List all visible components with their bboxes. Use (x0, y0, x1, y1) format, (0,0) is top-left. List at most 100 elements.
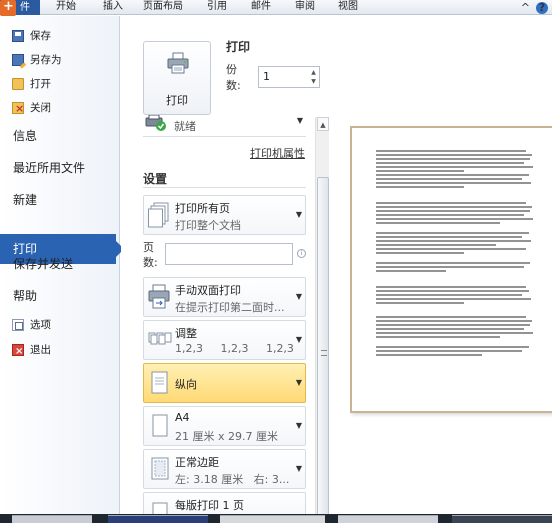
collate-title: 调整 (175, 327, 197, 340)
preview-text-line (376, 174, 529, 176)
print-preview-pane (330, 16, 552, 514)
paper-size-icon (152, 414, 168, 437)
tab-view[interactable]: 视图 (338, 0, 358, 15)
preview-text-line (376, 336, 500, 338)
preview-text-line (376, 294, 522, 296)
exit-icon (12, 342, 24, 362)
preview-text-line (376, 248, 526, 250)
preview-text-line (376, 202, 526, 204)
nav-save-label: 保存 (30, 30, 51, 42)
preview-text-line (376, 214, 524, 216)
copies-spinner[interactable]: 1 ▲ ▼ (258, 66, 320, 88)
collate-icon (148, 332, 172, 345)
preview-text-line (376, 178, 522, 180)
settings-scrollbar[interactable]: ▲ (315, 117, 329, 523)
tab-insert[interactable]: 插入 (103, 0, 123, 15)
printer-selector[interactable]: 就绪 ▼ (143, 111, 306, 137)
collate-dropdown[interactable]: 调整 1,2,3 1,2,3 1,2,3 ▼ (143, 320, 306, 360)
nav-options[interactable]: 选项 (12, 315, 51, 335)
scroll-up-icon[interactable]: ▲ (317, 117, 329, 131)
nav-close[interactable]: 关闭 (12, 98, 51, 119)
preview-text-line (376, 332, 533, 334)
nav-open[interactable]: 打开 (12, 74, 51, 94)
help-icon[interactable]: ? (536, 1, 548, 14)
pages-icon (148, 202, 169, 228)
print-button[interactable]: 打印 (143, 41, 211, 115)
save-as-icon (12, 54, 24, 66)
tab-references[interactable]: 引用 (207, 0, 227, 15)
margins-dropdown[interactable]: 正常边距 左: 3.18 厘米 右: 3... ▼ (143, 449, 306, 489)
chevron-down-icon: ▼ (295, 335, 302, 344)
file-tab[interactable]: 件 (0, 0, 40, 16)
nav-exit-label: 退出 (30, 344, 51, 356)
file-tab-label: 件 (20, 2, 30, 13)
taskbar-window[interactable] (338, 515, 438, 523)
taskbar-window[interactable] (452, 515, 552, 523)
paper-size-dropdown[interactable]: A4 21 厘米 x 29.7 厘米 ▼ (143, 406, 306, 446)
paper-size-sub: 21 厘米 x 29.7 厘米 (175, 430, 278, 443)
taskbar-window[interactable] (12, 515, 92, 523)
preview-text-line (376, 162, 524, 164)
print-button-label: 打印 (166, 94, 188, 107)
ribbon-tab-bar: 件 开始 插入 页面布局 引用 邮件 审阅 视图 ^ ? (0, 0, 552, 16)
nav-save[interactable]: 保存 (12, 26, 51, 46)
preview-text-line (376, 182, 531, 184)
tab-review[interactable]: 审阅 (295, 0, 315, 15)
spinner-arrows-icon[interactable]: ▲ ▼ (309, 68, 318, 86)
orientation-dropdown[interactable]: 纵向 ▼ (143, 363, 306, 403)
preview-text-line (376, 206, 532, 208)
chevron-down-icon: ▼ (296, 116, 303, 125)
close-document-icon (12, 99, 24, 119)
preview-text-line (376, 290, 529, 292)
nav-save-as[interactable]: 另存为 (12, 50, 62, 70)
printer-status: 就绪 (174, 120, 196, 133)
open-folder-icon (12, 78, 24, 90)
printer-ready-icon (145, 115, 166, 131)
info-icon[interactable]: i (297, 249, 306, 258)
portrait-icon (151, 371, 168, 394)
nav-close-label: 关闭 (30, 102, 51, 114)
preview-text-line (376, 262, 530, 264)
tab-home[interactable]: 开始 (56, 0, 76, 15)
nav-save-send[interactable]: 保存并发送 (13, 251, 73, 277)
preview-text-line (376, 240, 531, 242)
preview-text-line (376, 150, 526, 152)
print-settings-panel: 打印 打印 份数: 1 ▲ ▼ 就绪 ▼ 打印机属性 设置 打印所有页 打印整个文… (121, 16, 329, 523)
preview-text-line (376, 354, 482, 356)
margins-icon (151, 457, 169, 480)
minimize-ribbon-icon[interactable]: ^ (521, 1, 530, 14)
copies-label: 份数: (226, 63, 241, 92)
pages-input[interactable] (165, 243, 293, 265)
settings-heading: 设置 (143, 172, 168, 186)
preview-text-line (376, 286, 526, 288)
collate-sub: 1,2,3 1,2,3 1,2,3 (175, 342, 294, 355)
chevron-down-icon: ▼ (295, 292, 302, 301)
taskbar-window[interactable] (220, 515, 325, 523)
margins-sub: 左: 3.18 厘米 右: 3... (175, 473, 290, 486)
preview-text-line (376, 166, 533, 168)
taskbar-window[interactable] (108, 515, 208, 523)
duplex-dropdown[interactable]: 手动双面打印 在提示打印第二面时... ▼ (143, 277, 306, 317)
settings-divider (143, 187, 306, 188)
print-heading: 打印 (226, 40, 251, 54)
preview-text-line (376, 350, 522, 352)
printer-icon (167, 52, 189, 74)
preview-page[interactable] (350, 126, 552, 413)
preview-text-line (376, 266, 524, 268)
nav-help[interactable]: 帮助 (13, 283, 37, 309)
tab-page-layout[interactable]: 页面布局 (143, 0, 183, 15)
taskbar (0, 514, 552, 523)
nav-recent[interactable]: 最近所用文件 (13, 155, 85, 181)
preview-text-line (376, 210, 530, 212)
nav-exit[interactable]: 退出 (12, 340, 51, 362)
tab-mailings[interactable]: 邮件 (251, 0, 271, 15)
chevron-down-icon: ▼ (295, 464, 302, 473)
scroll-grip-icon (321, 350, 327, 356)
nav-info[interactable]: 信息 (13, 123, 37, 149)
print-range-dropdown[interactable]: 打印所有页 打印整个文档 ▼ (143, 195, 306, 235)
preview-text-line (376, 236, 522, 238)
scrollbar-thumb[interactable] (317, 177, 329, 523)
printer-properties-link[interactable]: 打印机属性 (250, 145, 305, 161)
nav-save-as-label: 另存为 (30, 54, 62, 66)
nav-new[interactable]: 新建 (13, 187, 37, 213)
